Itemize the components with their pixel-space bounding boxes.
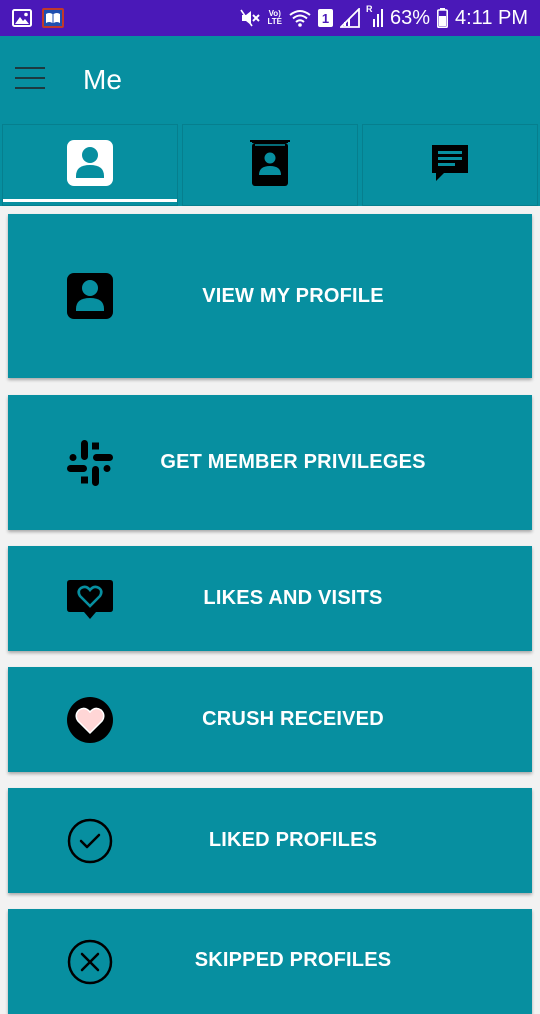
volte-icon: Vo) LTE xyxy=(267,9,282,26)
heart-message-icon xyxy=(66,575,114,623)
page-title: Me xyxy=(83,64,122,95)
check-circle-icon xyxy=(66,817,114,865)
heart-circle-icon xyxy=(66,696,114,744)
x-circle-icon xyxy=(66,938,114,986)
battery-percent: 63% xyxy=(389,6,430,29)
likes-visits-card[interactable]: LIKES AND VISITS xyxy=(8,546,532,651)
app-bar: Me xyxy=(0,36,540,124)
status-notifications xyxy=(12,8,64,28)
roaming-signal-icon: R xyxy=(366,5,383,28)
view-profile-card[interactable]: VIEW MY PROFILE xyxy=(8,214,532,378)
liked-profiles-card[interactable]: LIKED PROFILES xyxy=(8,788,532,893)
contacts-book-icon xyxy=(250,139,290,191)
hamburger-menu-icon xyxy=(15,66,45,94)
slack-hash-icon xyxy=(66,439,114,487)
book-app-notification-icon xyxy=(42,8,64,28)
menu-list: VIEW MY PROFILE GET MEMBER PRIVILEGES LI… xyxy=(0,206,540,1014)
wifi-icon xyxy=(289,9,311,27)
chat-message-icon xyxy=(430,143,470,188)
profile-icon xyxy=(66,272,114,320)
battery-icon xyxy=(437,8,448,28)
tab-bar xyxy=(0,124,540,206)
tab-messages[interactable] xyxy=(362,124,538,206)
tab-contacts[interactable] xyxy=(182,124,358,206)
status-bar: Vo) LTE 1 R 63% 4:11 PM xyxy=(0,0,540,36)
tab-profile[interactable] xyxy=(2,124,178,206)
crush-received-card[interactable]: CRUSH RECEIVED xyxy=(8,667,532,772)
gallery-notification-icon xyxy=(12,9,32,27)
mute-icon xyxy=(240,9,261,27)
skipped-profiles-card[interactable]: SKIPPED PROFILES xyxy=(8,909,532,1014)
signal-icon xyxy=(339,8,360,28)
status-indicators: Vo) LTE 1 R 63% 4:11 PM xyxy=(240,5,528,30)
member-privileges-card[interactable]: GET MEMBER PRIVILEGES xyxy=(8,395,532,530)
sim-slot-badge: 1 xyxy=(317,9,333,27)
clock: 4:11 PM xyxy=(455,6,528,29)
menu-button[interactable] xyxy=(0,50,60,110)
profile-icon xyxy=(67,139,113,191)
